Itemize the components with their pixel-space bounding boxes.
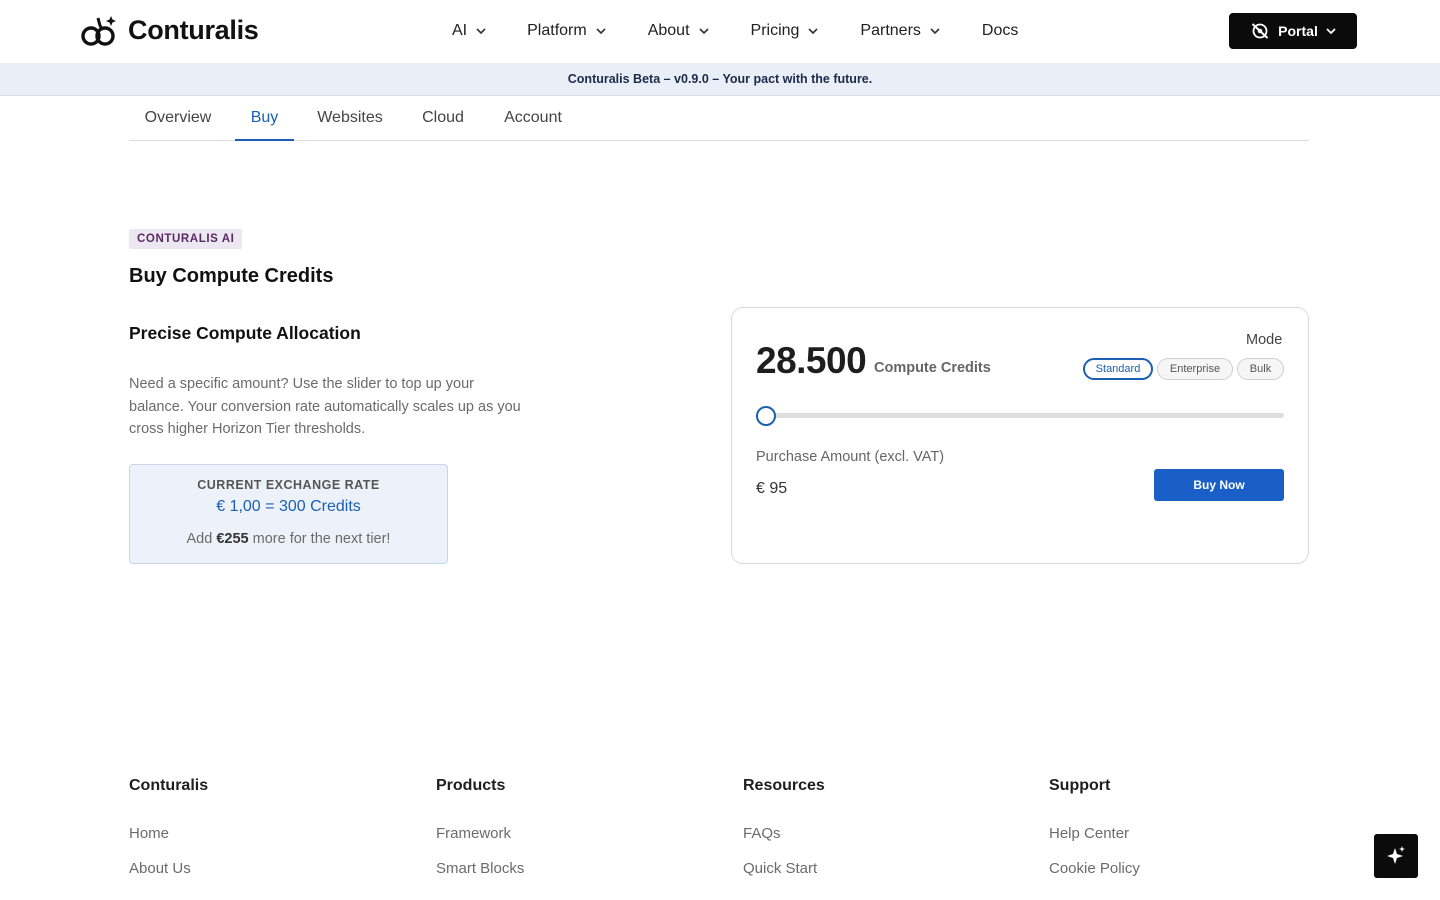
footer-column-support: Support Help Center Cookie Policy: [1049, 777, 1249, 877]
footer-link-home[interactable]: Home: [129, 825, 169, 842]
page-title: Buy Compute Credits: [129, 265, 334, 287]
tab-cloud[interactable]: Cloud: [413, 96, 473, 140]
footer-column-title: Products: [436, 777, 506, 794]
nav-label: About: [647, 22, 690, 39]
nav-item-pricing[interactable]: Pricing: [751, 22, 819, 40]
top-header: Conturalis AI Platform About Pricing Par…: [0, 0, 1440, 63]
sparkle-icon: [1387, 846, 1405, 864]
section-description: Need a specific amount? Use the slider t…: [129, 376, 521, 437]
footer-column-conturalis: Conturalis Home About Us: [129, 777, 329, 877]
footer-column-title: Resources: [743, 777, 825, 794]
credits-slider-track[interactable]: [766, 413, 1284, 418]
no-eye-icon: [1251, 23, 1269, 39]
chevron-down-icon: [476, 28, 486, 34]
mode-label: Mode: [1246, 332, 1283, 348]
footer-column-title: Conturalis: [129, 777, 209, 794]
mode-enterprise-button[interactable]: Enterprise: [1157, 358, 1233, 380]
credits-slider-thumb[interactable]: [756, 406, 776, 426]
beta-banner-text: Conturalis Beta – v0.9.0 – Your pact wit…: [567, 72, 873, 86]
nav-label: Platform: [527, 22, 587, 39]
nav-label: Docs: [981, 22, 1019, 39]
tab-buy[interactable]: Buy: [235, 96, 294, 141]
nav-item-ai[interactable]: AI: [452, 22, 486, 40]
nav-item-partners[interactable]: Partners: [860, 22, 940, 40]
credits-amount: 28.500: [756, 340, 867, 381]
nav-label: Pricing: [750, 22, 800, 39]
chevron-down-icon: [698, 28, 709, 34]
brand-logo[interactable]: Conturalis: [80, 12, 259, 48]
footer-link-cookie-policy[interactable]: Cookie Policy: [1049, 860, 1140, 877]
purchase-amount-label: Purchase Amount (excl. VAT): [756, 449, 945, 465]
chevron-down-icon: [930, 28, 940, 34]
footer-link-smart-blocks[interactable]: Smart Blocks: [436, 860, 524, 877]
nav-item-about[interactable]: About: [648, 22, 709, 40]
footer-link-about-us[interactable]: About Us: [129, 860, 191, 877]
next-tier-amount: €255: [216, 531, 249, 547]
ai-assistant-button[interactable]: [1374, 834, 1418, 878]
footer-link-framework[interactable]: Framework: [436, 825, 511, 842]
nav-item-platform[interactable]: Platform: [527, 22, 606, 40]
next-tier-hint: Add €255 more for the next tier!: [130, 531, 447, 547]
next-tier-prefix: Add: [186, 531, 217, 547]
nav-item-docs[interactable]: Docs: [982, 22, 1018, 40]
section-badge: CONTURALIS AI: [129, 229, 243, 249]
portal-label: Portal: [1278, 23, 1318, 39]
chevron-down-icon: [808, 28, 818, 34]
tab-websites[interactable]: Websites: [311, 96, 389, 140]
chevron-down-icon: [1326, 28, 1336, 34]
buy-now-button[interactable]: Buy Now: [1154, 469, 1284, 501]
tab-overview[interactable]: Overview: [129, 96, 227, 140]
purchase-amount-value: € 95: [756, 480, 788, 497]
nav-label: Partners: [860, 22, 921, 39]
mode-standard-button[interactable]: Standard: [1083, 358, 1153, 380]
footer-link-faqs[interactable]: FAQs: [743, 825, 781, 842]
beta-banner: Conturalis Beta – v0.9.0 – Your pact wit…: [0, 63, 1440, 96]
main-nav: AI Platform About Pricing Partners Docs: [452, 20, 1018, 42]
next-tier-suffix: more for the next tier!: [248, 531, 391, 547]
credits-unit: Compute Credits: [874, 360, 991, 376]
exchange-rate-value: € 1,00 = 300 Credits: [216, 498, 361, 515]
brand-name: Conturalis: [128, 14, 259, 45]
nav-label: AI: [452, 22, 468, 39]
footer-link-help-center[interactable]: Help Center: [1049, 825, 1129, 842]
footer-link-quick-start[interactable]: Quick Start: [743, 860, 817, 877]
exchange-rate-label: CURRENT EXCHANGE RATE: [197, 478, 380, 492]
section-tabs: Overview Buy Websites Cloud Account: [129, 96, 1309, 141]
section-subtitle: Precise Compute Allocation: [129, 323, 361, 343]
footer-column-resources: Resources FAQs Quick Start: [743, 777, 943, 877]
footer-column-title: Support: [1049, 777, 1111, 794]
tab-account[interactable]: Account: [495, 96, 571, 140]
portal-button[interactable]: Portal: [1229, 13, 1357, 49]
logo-icon: [81, 16, 116, 46]
footer-column-products: Products Framework Smart Blocks: [436, 777, 636, 877]
chevron-down-icon: [596, 28, 606, 34]
exchange-rate-box: CURRENT EXCHANGE RATE € 1,00 = 300 Credi…: [129, 464, 448, 564]
mode-bulk-button[interactable]: Bulk: [1237, 358, 1284, 380]
purchase-card: 28.500 Compute Credits Mode Standard Ent…: [731, 307, 1309, 564]
